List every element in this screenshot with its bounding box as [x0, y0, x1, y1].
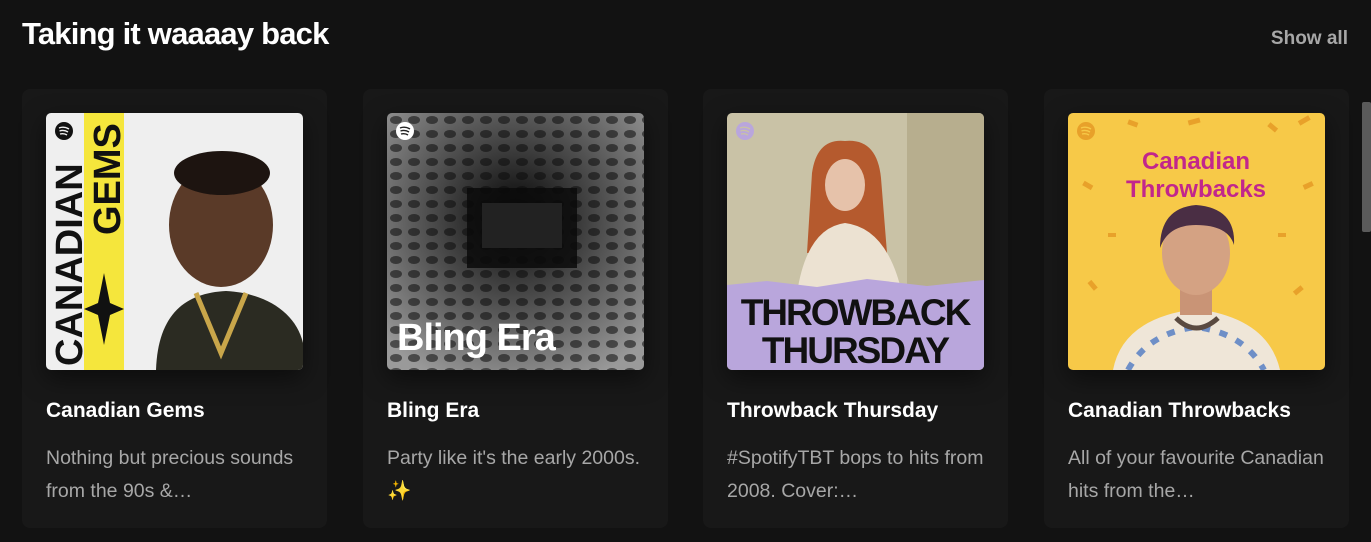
- playlist-title: Canadian Gems: [46, 399, 205, 422]
- playlist-card-canadian-throwbacks[interactable]: Canadian Throwbacks Canadian Throwbacks …: [1044, 89, 1349, 528]
- playlist-title: Throwback Thursday: [727, 399, 939, 422]
- playlist-cover: THROWBACK THURSDAY: [727, 113, 984, 370]
- section-header: Taking it waaaay back Show all: [22, 14, 1348, 62]
- cover-text-throwback: THROWBACK: [741, 292, 972, 333]
- playlist-description: Party like it's the early 2000s. ✨: [387, 447, 641, 502]
- playlist-description: All of your favourite Canadian hits from…: [1068, 447, 1324, 502]
- playlist-card-bling-era[interactable]: Bling Era Bling Era Party like it's the …: [363, 89, 668, 528]
- playlist-description: Nothing but precious sounds from the 90s…: [46, 447, 294, 502]
- cover-text-thursday: THURSDAY: [762, 330, 950, 370]
- section-title: Taking it waaaay back: [22, 16, 329, 51]
- playlist-cover: CANADIAN GEMS: [46, 113, 303, 370]
- spotify-logo-icon: [55, 122, 73, 140]
- playlist-title: Canadian Throwbacks: [1068, 399, 1291, 422]
- vertical-scrollbar[interactable]: [1362, 102, 1371, 232]
- playlist-title: Bling Era: [387, 399, 480, 422]
- cover-text-canadian: Canadian: [1142, 148, 1250, 175]
- cover-text-throwbacks: Throwbacks: [1126, 176, 1266, 203]
- spotify-logo-icon: [736, 122, 754, 140]
- spotify-logo-icon: [1077, 122, 1095, 140]
- playlist-card-canadian-gems[interactable]: CANADIAN GEMS Canadian Gems Nothing but …: [22, 89, 327, 528]
- cover-text-canadian: CANADIAN: [49, 163, 91, 366]
- cover-text-gems: GEMS: [87, 123, 129, 235]
- playlist-cover: Canadian Throwbacks: [1068, 113, 1325, 370]
- spotify-logo-icon: [396, 122, 414, 140]
- cover-text-bling-era: Bling Era: [397, 317, 557, 359]
- playlist-description: #SpotifyTBT bops to hits from 2008. Cove…: [727, 447, 984, 502]
- playlist-cover: Bling Era: [387, 113, 644, 370]
- playlist-card-throwback-thursday[interactable]: THROWBACK THURSDAY Throwback Thursday #S…: [703, 89, 1008, 528]
- show-all-link[interactable]: Show all: [1271, 28, 1348, 50]
